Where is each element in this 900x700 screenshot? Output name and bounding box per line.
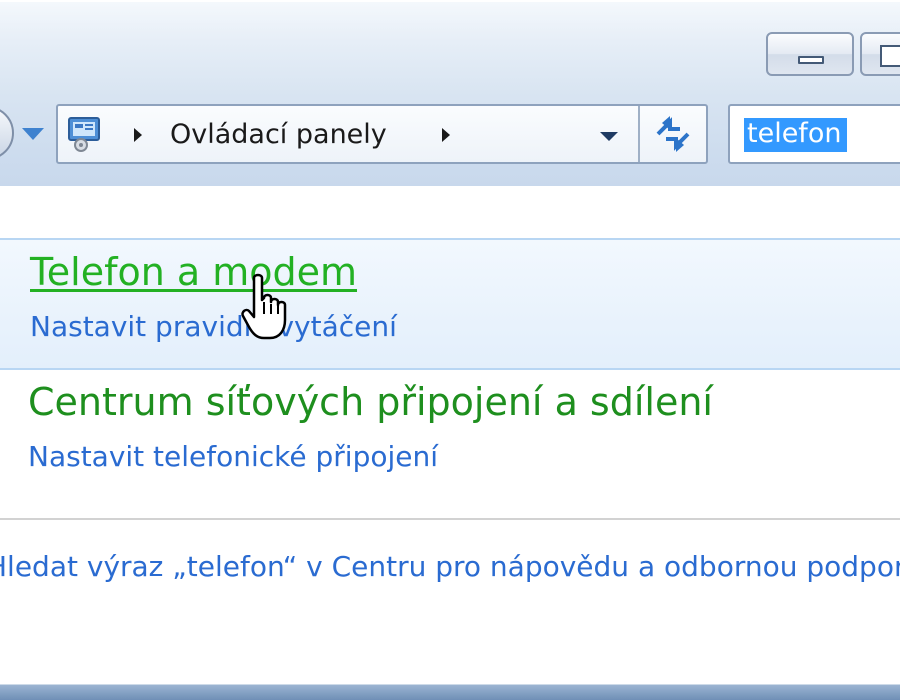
results-pane: Telefon a modem Nastavit pravidla vytáče… [0,186,900,680]
back-button[interactable] [0,106,14,160]
window-bottom-border [0,680,900,700]
address-bar[interactable]: Ovládací panely [56,104,708,164]
window-chrome: Ovládací panely telefon [0,0,900,188]
search-input[interactable]: telefon [728,104,900,164]
minimize-icon [798,56,824,64]
search-value[interactable]: telefon [744,118,848,152]
help-search-link[interactable]: Hledat výraz „telefon“ v Centru pro nápo… [0,550,900,583]
list-item[interactable]: Telefon a modem Nastavit pravidla vytáče… [0,238,900,370]
refresh-icon[interactable] [640,106,706,162]
result-task-link[interactable]: Nastavit pravidla vytáčení [30,310,397,343]
breadcrumb-separator-icon[interactable] [442,128,450,142]
result-title-link[interactable]: Telefon a modem [30,250,357,294]
maximize-button[interactable] [860,32,900,76]
divider [0,518,900,520]
minimize-button[interactable] [766,32,854,76]
breadcrumb-control-panel[interactable]: Ovládací panely [170,119,387,150]
recent-pages-dropdown[interactable] [22,128,44,140]
maximize-icon [880,45,900,67]
result-task-link[interactable]: Nastavit telefonické připojení [28,440,438,473]
hand-cursor-icon [241,273,287,340]
list-item[interactable]: Centrum síťových připojení a sdílení Nas… [0,370,900,490]
address-dropdown-icon[interactable] [600,132,618,141]
breadcrumb-separator-icon[interactable] [134,128,142,142]
result-title-link[interactable]: Centrum síťových připojení a sdílení [28,380,713,424]
control-panel-icon [68,117,100,152]
